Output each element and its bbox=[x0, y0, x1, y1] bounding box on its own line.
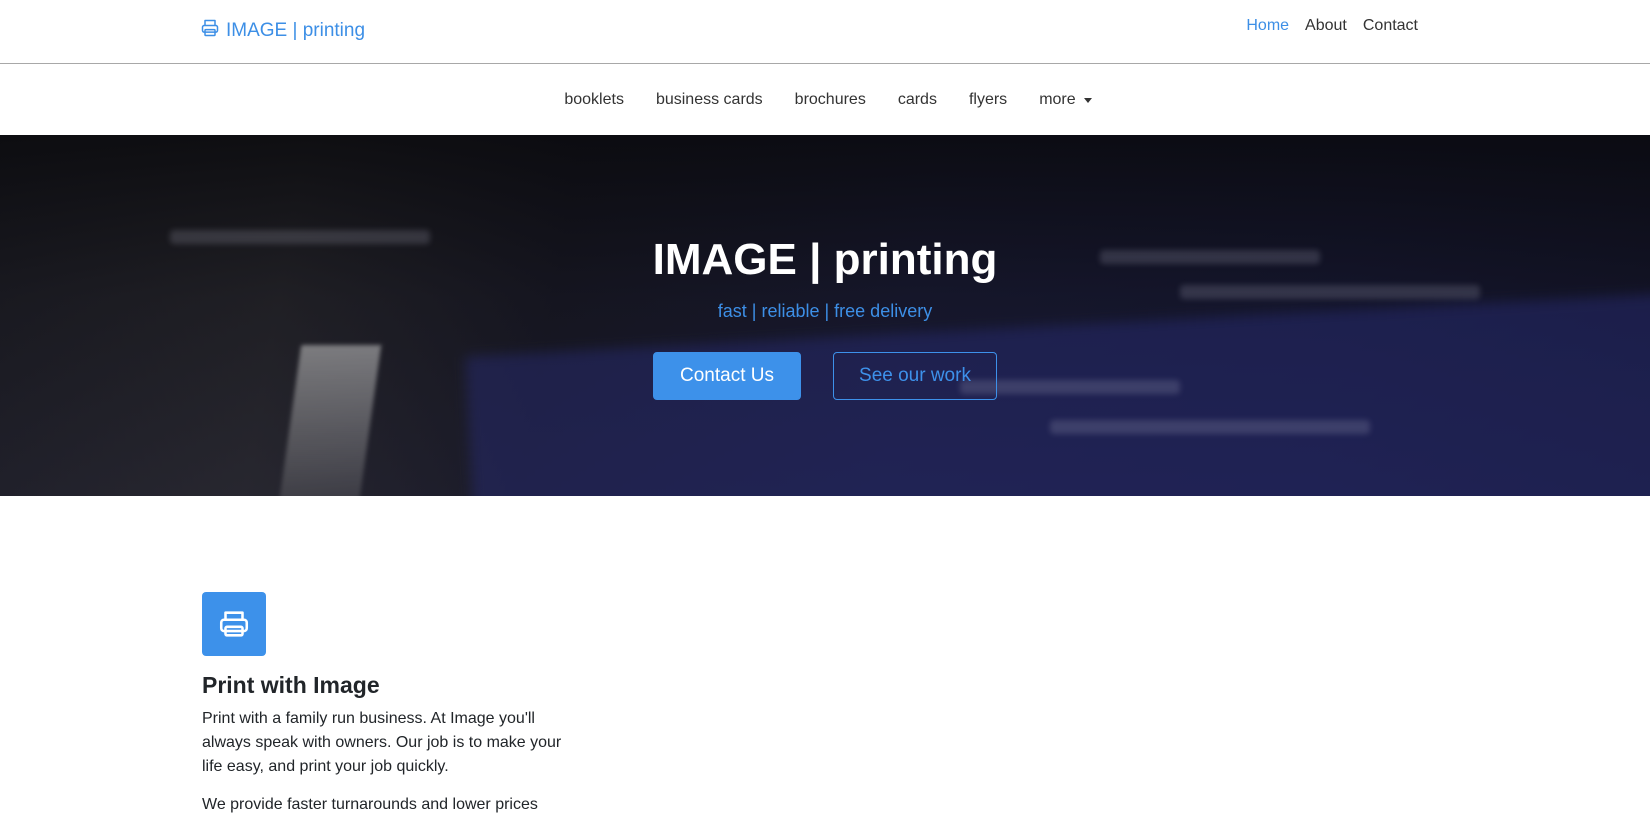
more-dropdown-toggle[interactable]: more bbox=[1039, 91, 1092, 109]
top-navbar: IMAGE | printing Home About Contact bbox=[0, 0, 1650, 64]
feature-text: Print with a family run business. At Ima… bbox=[202, 710, 562, 775]
feature-title: Print with Image bbox=[202, 672, 380, 698]
category-booklets-link[interactable]: booklets bbox=[564, 91, 624, 109]
category-flyers-link[interactable]: flyers bbox=[969, 91, 1007, 109]
more-label: more bbox=[1039, 91, 1076, 108]
nav-about-link[interactable]: About bbox=[1305, 17, 1347, 35]
brand-link[interactable]: IMAGE | printing bbox=[200, 18, 365, 44]
see-our-work-button[interactable]: See our work bbox=[833, 352, 997, 400]
hero-title: IMAGE | printing bbox=[652, 235, 998, 284]
caret-down-icon bbox=[1083, 98, 1092, 103]
hero-buttons: Contact Us See our work bbox=[0, 352, 1650, 400]
hero-background-stripe bbox=[1050, 420, 1370, 434]
brand-name: IMAGE | printing bbox=[226, 20, 366, 41]
top-nav: Home About Contact bbox=[1246, 17, 1418, 35]
hero-background-stripe bbox=[1180, 285, 1480, 299]
nav-home-link[interactable]: Home bbox=[1246, 17, 1289, 35]
printer-icon bbox=[202, 592, 266, 656]
hero-banner: IMAGE | printing fast | reliable | free … bbox=[0, 135, 1650, 496]
contact-us-button[interactable]: Contact Us bbox=[653, 352, 801, 400]
printer-icon bbox=[200, 18, 220, 44]
category-brochures-link[interactable]: brochures bbox=[795, 91, 866, 109]
nav-contact-link[interactable]: Contact bbox=[1363, 17, 1418, 35]
category-cards-link[interactable]: cards bbox=[898, 91, 937, 109]
category-business-cards-link[interactable]: business cards bbox=[656, 91, 763, 109]
feature-print-with-image: Print with Image Print with a family run… bbox=[202, 592, 582, 817]
category-navbar: booklets business cards brochures cards … bbox=[0, 65, 1650, 135]
hero-subtitle: fast | reliable | free delivery bbox=[717, 301, 933, 321]
feature-text-2: We provide faster turnarounds and lower … bbox=[202, 796, 538, 813]
